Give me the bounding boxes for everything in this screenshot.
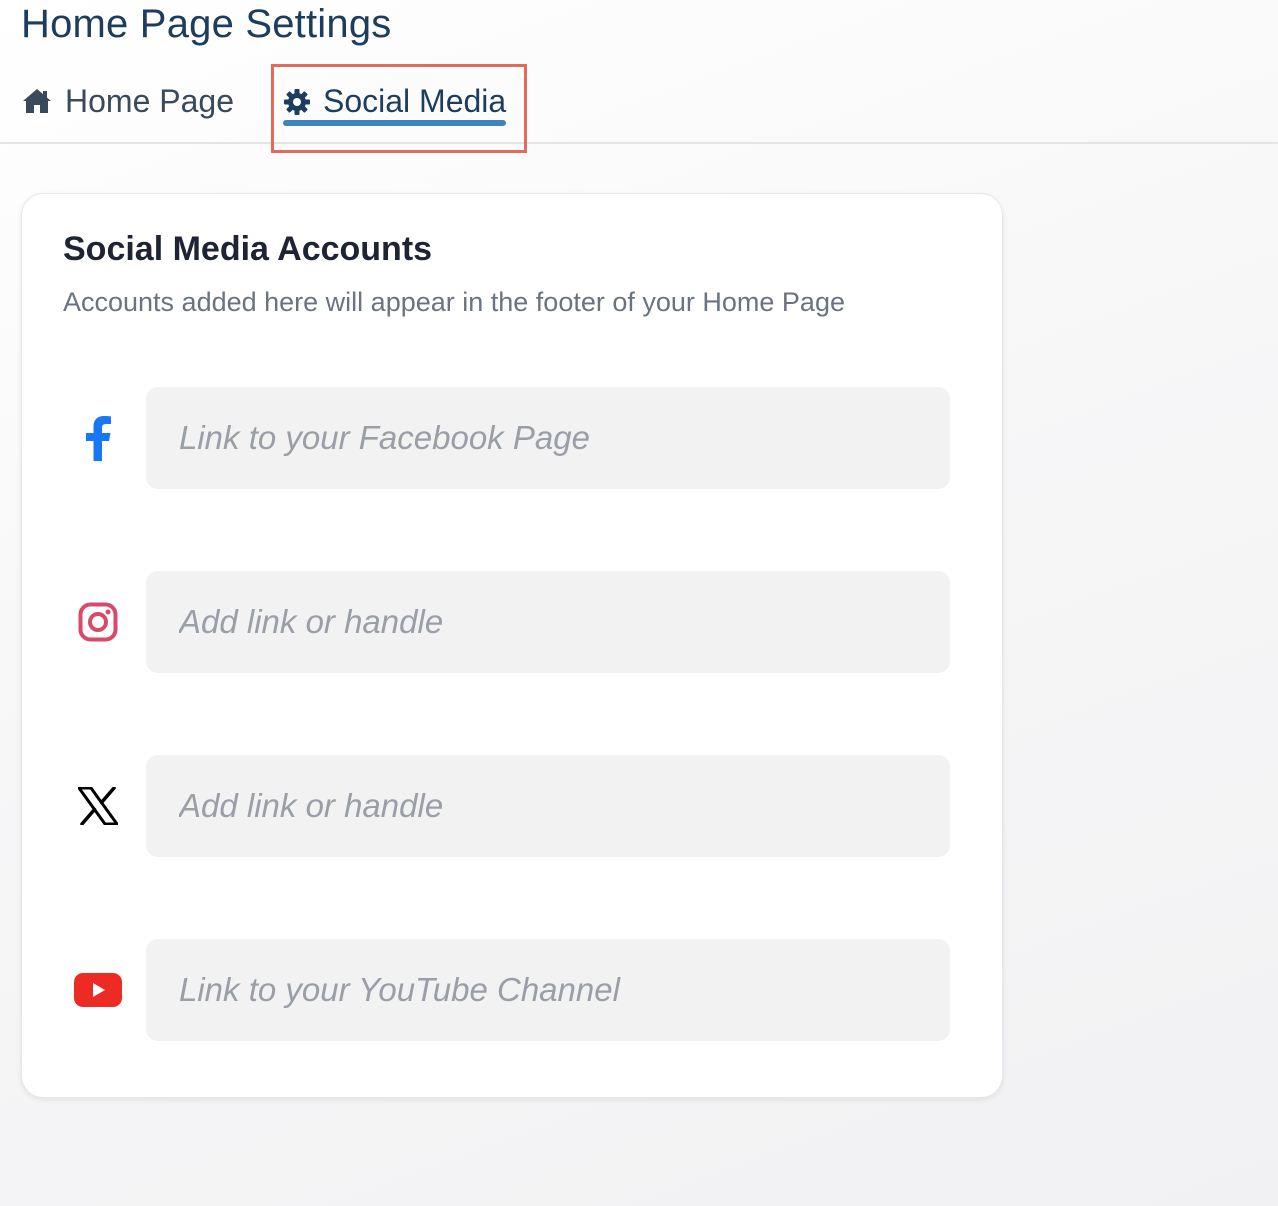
instagram-icon — [74, 598, 122, 646]
social-media-card: Social Media Accounts Accounts added her… — [21, 193, 1003, 1098]
x-icon — [74, 782, 122, 830]
youtube-icon — [74, 966, 122, 1014]
tab-home-page[interactable]: Home Page — [21, 60, 234, 142]
card-title: Social Media Accounts — [63, 230, 433, 268]
youtube-channel-input[interactable] — [146, 939, 950, 1041]
home-icon — [21, 85, 53, 117]
tab-bar: Home Page Social Media — [0, 60, 1278, 144]
facebook-icon — [74, 414, 122, 462]
page-title: Home Page Settings — [21, 2, 392, 46]
x-handle-input[interactable] — [146, 755, 950, 857]
highlight-box — [271, 64, 527, 153]
facebook-link-input[interactable] — [146, 387, 950, 489]
tab-home-page-label: Home Page — [65, 82, 234, 119]
instagram-row — [22, 571, 1004, 673]
instagram-handle-input[interactable] — [146, 571, 950, 673]
youtube-row — [22, 939, 1004, 1041]
facebook-row — [22, 387, 1004, 489]
x-row — [22, 755, 1004, 857]
card-subtitle: Accounts added here will appear in the f… — [63, 287, 845, 317]
